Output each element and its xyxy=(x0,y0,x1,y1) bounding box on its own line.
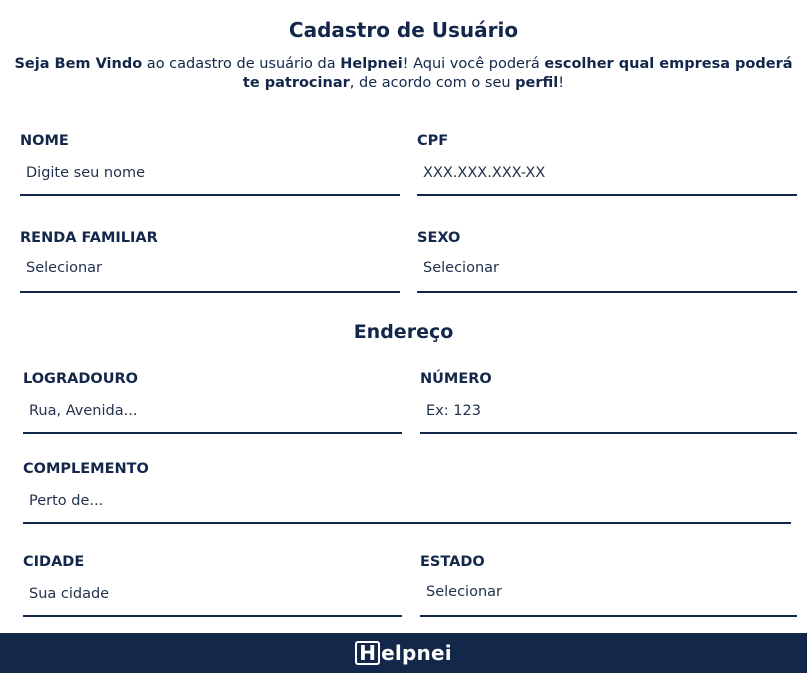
logradouro-label: LOGRADOURO xyxy=(23,371,138,387)
logo-text: elpnei xyxy=(381,641,452,665)
complemento-label: COMPLEMENTO xyxy=(23,461,149,477)
intro-brand: Helpnei xyxy=(340,56,403,72)
nome-label: NOME xyxy=(20,133,69,149)
nome-input[interactable] xyxy=(20,156,400,196)
sexo-label: SEXO xyxy=(417,230,461,246)
address-section-title: Endereço xyxy=(353,321,454,343)
cidade-input[interactable] xyxy=(23,577,402,617)
logradouro-input[interactable] xyxy=(23,394,402,434)
estado-select[interactable]: Selecionar xyxy=(420,577,797,617)
intro-part: ! Aqui você poderá xyxy=(402,56,545,72)
cpf-label: CPF xyxy=(417,133,449,149)
footer-bar: Helpnei xyxy=(0,633,807,673)
sexo-select[interactable]: Selecionar xyxy=(417,253,797,293)
intro-profile: perfil xyxy=(515,75,559,91)
estado-label: ESTADO xyxy=(420,554,485,570)
renda-label: RENDA FAMILIAR xyxy=(20,230,158,246)
intro-text: Seja Bem Vindo ao cadastro de usuário da… xyxy=(14,55,793,93)
logo-initial: H xyxy=(355,641,381,665)
intro-part: , de acordo com o seu xyxy=(349,75,516,91)
numero-label: NÚMERO xyxy=(420,371,492,387)
renda-select[interactable]: Selecionar xyxy=(20,253,400,293)
numero-input[interactable] xyxy=(420,394,797,434)
cidade-label: CIDADE xyxy=(23,554,85,570)
intro-greeting: Seja Bem Vindo xyxy=(14,56,143,72)
cpf-input[interactable] xyxy=(417,156,797,196)
helpnei-logo: Helpnei xyxy=(0,641,807,665)
intro-part: ! xyxy=(558,75,565,91)
page-title: Cadastro de Usuário xyxy=(288,18,519,42)
complemento-input[interactable] xyxy=(23,484,791,524)
intro-part: ao cadastro de usuário da xyxy=(142,56,341,72)
